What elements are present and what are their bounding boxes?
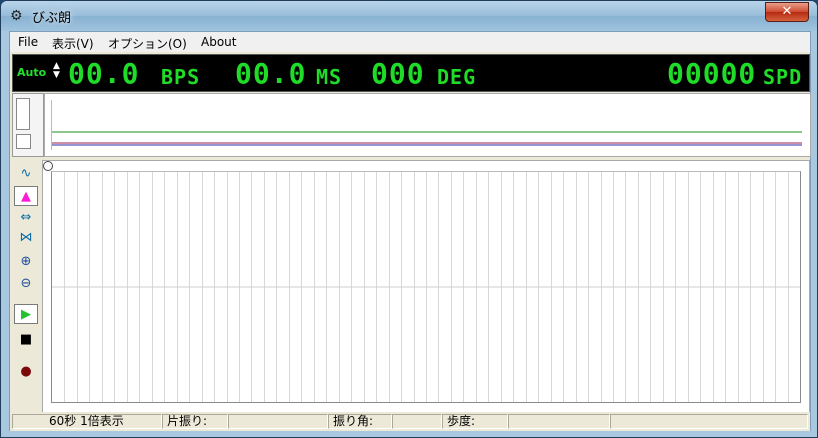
play-button[interactable]: ▶: [14, 304, 38, 324]
auto-mode-label[interactable]: Auto: [17, 66, 46, 79]
window-title: びぶ朗: [32, 11, 72, 26]
status-steps-label: 歩度:: [442, 414, 508, 429]
angle-readout: 000: [371, 57, 425, 90]
graph-plot[interactable]: [51, 171, 801, 403]
status-bar: 60秒 1倍表示 片振り: 振り角: 歩度:: [10, 412, 810, 431]
expand-tool-button[interactable]: ⇔: [14, 208, 38, 228]
status-swing-angle-label: 振り角:: [328, 414, 392, 429]
record-button[interactable]: ●: [14, 362, 38, 382]
status-steps-value: [508, 414, 610, 429]
sine-wave-icon: ∿: [20, 166, 32, 181]
shrink-tool-button[interactable]: ⋈: [14, 228, 38, 248]
stop-button[interactable]: ■: [14, 330, 38, 350]
close-icon: ✕: [781, 4, 793, 19]
timeline-strip: [44, 93, 811, 157]
status-extra: [610, 414, 808, 429]
zoom-out-tool-button[interactable]: ⊖: [14, 274, 38, 294]
spectrum-icon: ▲: [21, 189, 31, 204]
menu-view[interactable]: 表示(V): [52, 35, 94, 52]
speed-unit: BPS: [161, 65, 201, 89]
zoom-out-icon: ⊖: [20, 276, 32, 291]
app-icon: ⚙: [10, 8, 23, 24]
expand-arrows-icon: ⇔: [20, 210, 32, 225]
waveform-tool-button[interactable]: ∿: [14, 164, 38, 184]
title-bar[interactable]: ⚙ びぶ朗 ✕: [1, 1, 817, 31]
status-amplitude-value: [228, 414, 328, 429]
shrink-arrows-icon: ⋈: [19, 230, 33, 245]
client-area: File 表示(V) オプション(O) About Auto ▲ ▼ 00.0 B…: [9, 31, 811, 431]
app-window: ⚙ びぶ朗 ✕ File 表示(V) オプション(O) About Auto ▲…: [0, 0, 818, 438]
timeline-strip-plot: [51, 100, 802, 150]
menu-about[interactable]: About: [201, 35, 236, 49]
record-icon: ●: [20, 364, 32, 379]
count-readout: 00000: [667, 57, 757, 90]
close-button[interactable]: ✕: [765, 2, 809, 22]
menu-bar: File 表示(V) オプション(O) About: [10, 32, 810, 52]
menu-file[interactable]: File: [18, 35, 38, 49]
level-checkbox[interactable]: [16, 134, 31, 149]
spectrum-tool-button[interactable]: ▲: [14, 186, 38, 206]
graph-grid: [52, 172, 800, 402]
count-unit: SPD: [763, 65, 803, 89]
speed-readout: 00.0: [68, 57, 140, 90]
cursor-handle[interactable]: [43, 161, 53, 171]
time-unit: MS: [316, 65, 343, 89]
led-readout-panel: Auto ▲ ▼ 00.0 BPS 00.0 MS 000 DEG 00000 S…: [12, 54, 810, 92]
level-meter: [16, 98, 30, 130]
angle-unit: DEG: [437, 65, 477, 89]
level-panel: [12, 93, 44, 157]
time-readout: 00.0: [235, 57, 307, 90]
status-amplitude-label: 片振り:: [162, 414, 228, 429]
play-icon: ▶: [21, 307, 31, 322]
stop-icon: ■: [19, 332, 33, 347]
spin-arrows-icon[interactable]: ▲ ▼: [53, 62, 61, 80]
menu-options[interactable]: オプション(O): [108, 35, 187, 52]
graph-area: [42, 160, 810, 414]
zoom-in-tool-button[interactable]: ⊕: [14, 252, 38, 272]
status-swing-angle-value: [392, 414, 442, 429]
status-display-mode: 60秒 1倍表示: [12, 414, 162, 429]
side-toolbar: ∿ ▲ ⇔ ⋈ ⊕ ⊖ ▶ ■ ●: [12, 160, 40, 410]
zoom-in-icon: ⊕: [20, 254, 32, 269]
timeline-strip-trace: [52, 131, 802, 146]
